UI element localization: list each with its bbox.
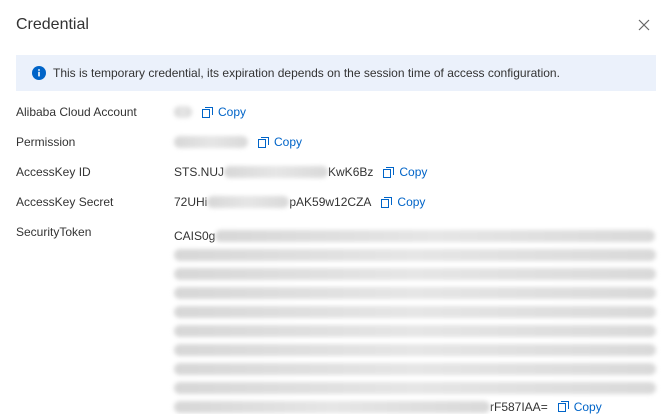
info-icon [32, 66, 46, 80]
redacted-text [207, 196, 290, 208]
value-prefix: 72UHi [174, 195, 208, 209]
token-line [174, 283, 656, 302]
redacted-text [174, 381, 656, 394]
accesskey-secret-value: 72UHi pAK59w12CZA Copy [174, 194, 425, 210]
row-accesskey-secret: AccessKey Secret 72UHi pAK59w12CZA Copy [16, 194, 425, 210]
redacted-text [174, 362, 656, 375]
token-line [174, 321, 656, 340]
redacted-text [174, 136, 248, 148]
redacted-text [174, 248, 656, 261]
redacted-text [174, 286, 656, 299]
value-suffix: KwK6Bz [328, 165, 374, 179]
credential-dialog: Credential This is temporary credential,… [0, 0, 670, 414]
copy-accesskey-id-button[interactable]: Copy [383, 164, 427, 180]
redacted-text [174, 267, 656, 280]
copy-permission-button[interactable]: Copy [258, 134, 302, 150]
notice-text: This is temporary credential, its expira… [53, 66, 560, 80]
redacted-text [174, 343, 656, 356]
security-token-value: CAIS0g rF587IAA= Copy [174, 226, 656, 414]
close-icon[interactable] [634, 15, 654, 35]
token-line [174, 264, 656, 283]
copy-icon [383, 166, 395, 178]
copy-icon [202, 106, 213, 118]
redacted-text [174, 305, 656, 318]
copy-icon [557, 401, 569, 412]
redacted-text [215, 229, 656, 242]
value-prefix: STS.NUJ [174, 165, 225, 179]
token-line [174, 245, 656, 264]
redacted-text [174, 324, 656, 337]
token-prefix: CAIS0g [174, 228, 216, 243]
row-security-token: SecurityToken [16, 224, 174, 240]
field-label: Alibaba Cloud Account [16, 105, 137, 119]
copy-account-button[interactable]: Copy [202, 104, 246, 120]
permission-value: Copy [174, 134, 302, 150]
field-label: AccessKey ID [16, 165, 91, 179]
token-line [174, 378, 656, 397]
info-notice: This is temporary credential, its expira… [16, 55, 656, 91]
token-line [174, 359, 656, 378]
field-label: SecurityToken [16, 225, 92, 239]
row-permission: Permission Copy [16, 134, 302, 150]
copy-icon [381, 196, 393, 208]
token-line [174, 302, 656, 321]
field-label: AccessKey Secret [16, 195, 114, 209]
token-line: CAIS0g [174, 226, 656, 245]
row-account: Alibaba Cloud Account Copy [16, 104, 246, 120]
dialog-title: Credential [16, 16, 89, 33]
field-label: Permission [16, 135, 76, 149]
token-suffix: rF587IAA= [490, 399, 548, 414]
copy-accesskey-secret-button[interactable]: Copy [381, 194, 425, 210]
token-line: rF587IAA= Copy [174, 397, 656, 414]
account-value: Copy [174, 104, 246, 120]
copy-token-button[interactable]: Copy [557, 399, 602, 414]
redacted-text [174, 106, 192, 118]
dialog-header: Credential [16, 14, 654, 36]
value-suffix: pAK59w12CZA [289, 195, 372, 209]
redacted-text [224, 166, 329, 178]
token-line [174, 340, 656, 359]
redacted-text [174, 400, 490, 413]
accesskey-id-value: STS.NUJ KwK6Bz Copy [174, 164, 427, 180]
copy-icon [258, 136, 269, 148]
row-accesskey-id: AccessKey ID STS.NUJ KwK6Bz Copy [16, 164, 427, 180]
